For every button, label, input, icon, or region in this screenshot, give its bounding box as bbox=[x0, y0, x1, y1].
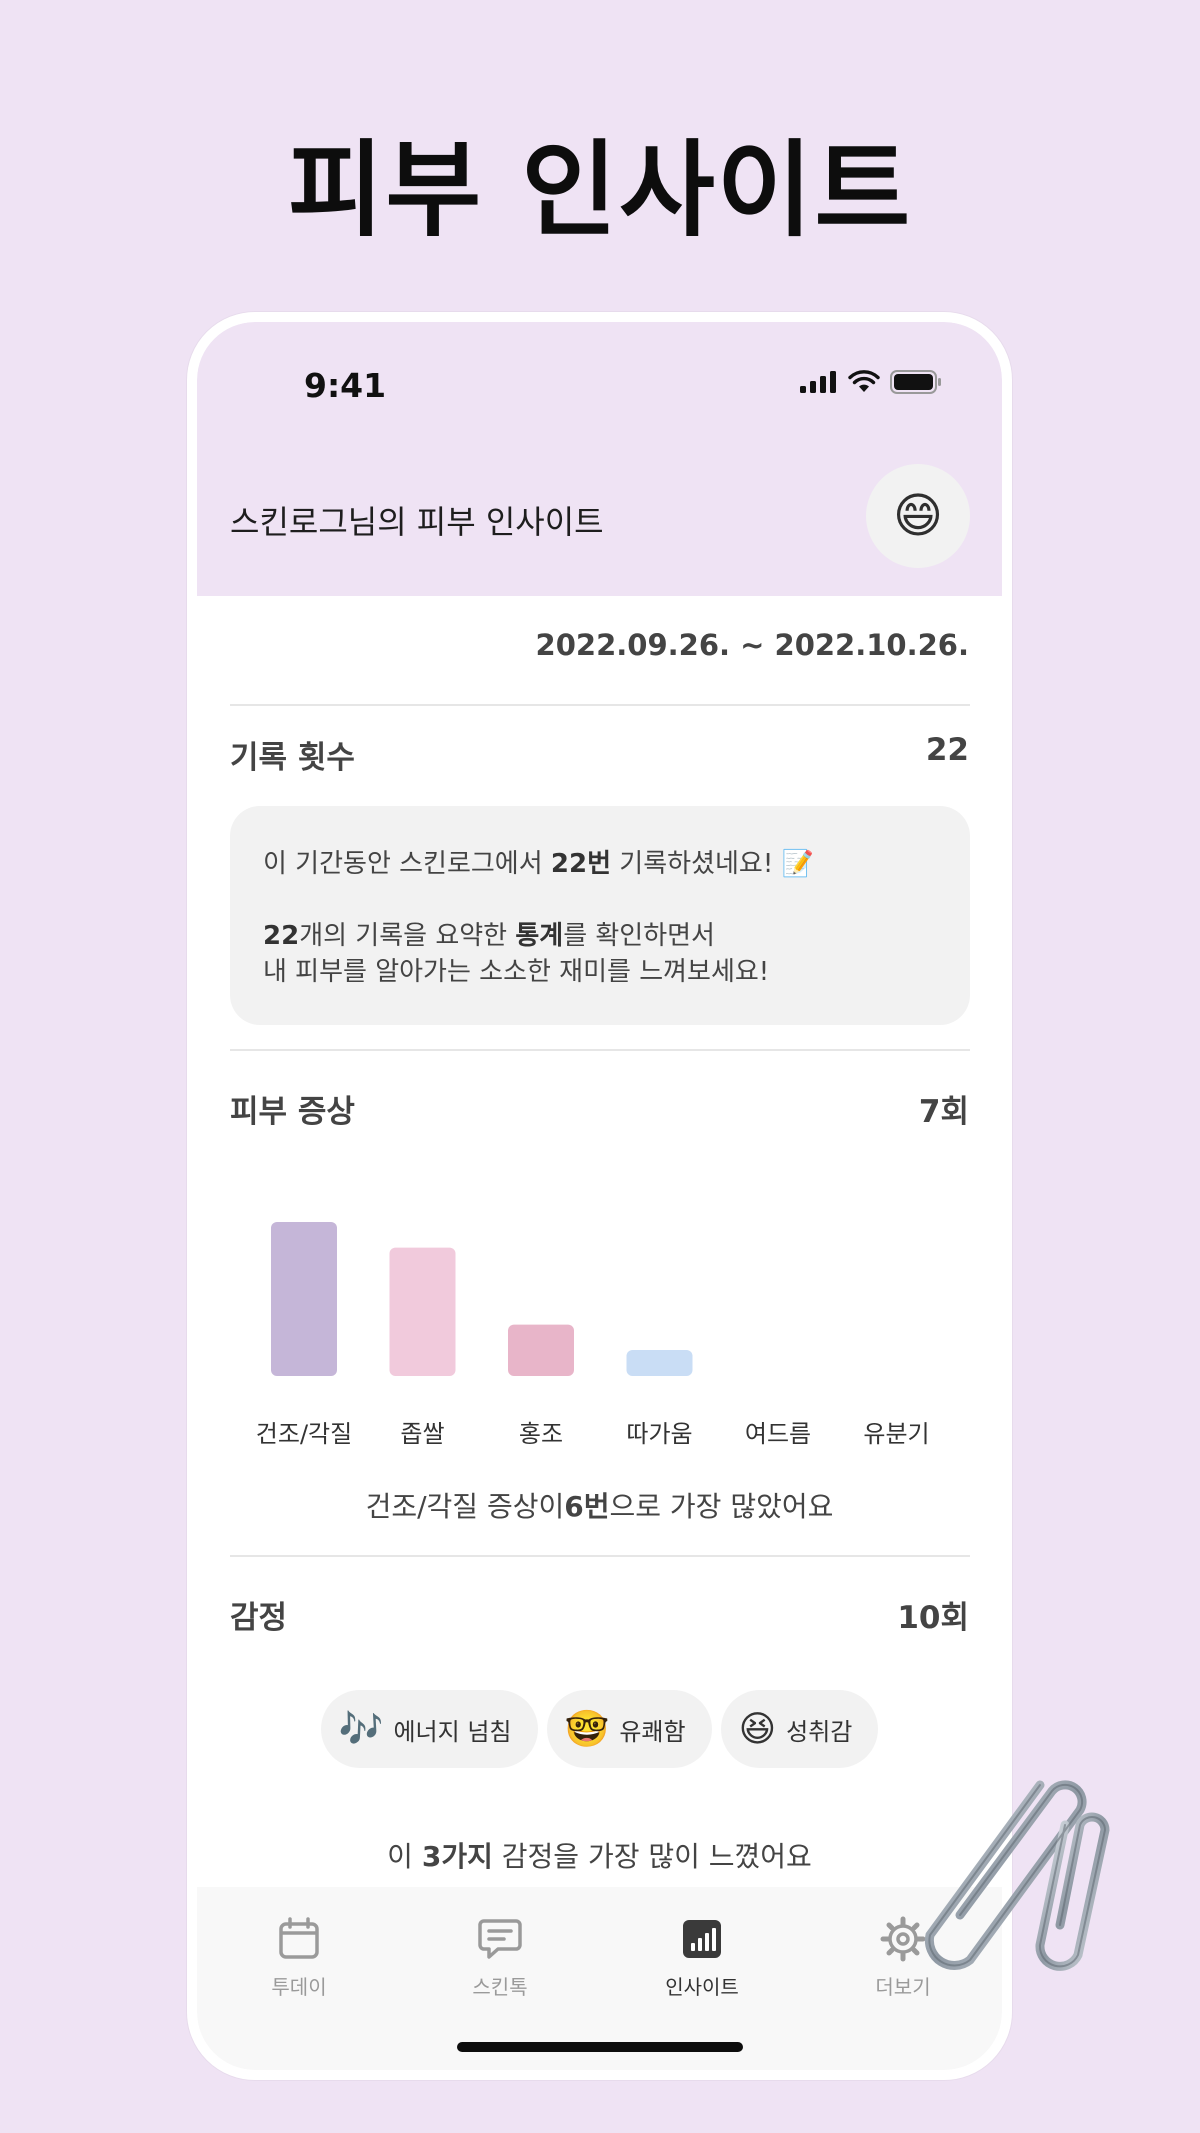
chart-category-label: 유분기 bbox=[863, 1420, 929, 1448]
caption-highlight: 6번 bbox=[564, 1490, 610, 1523]
chart-bar bbox=[626, 1350, 693, 1376]
symptoms-title: 피부 증상 bbox=[230, 1094, 355, 1130]
divider bbox=[230, 1049, 970, 1051]
tab-skintalk[interactable]: 스킨톡 bbox=[430, 1915, 570, 2000]
emotion-chip-label: 유쾌함 bbox=[619, 1717, 686, 1746]
records-summary-box: 이 기간동안 스킨로그에서 22번 기록하셨네요! 📝 22개의 기록을 요약한… bbox=[230, 806, 970, 1025]
summary-highlight: 22번 bbox=[550, 849, 612, 879]
divider bbox=[230, 1555, 970, 1557]
symptoms-count: 7회 bbox=[918, 1094, 969, 1130]
emotion-chip-label: 성취감 bbox=[786, 1717, 853, 1746]
summary-text: 이 기간동안 스킨로그에서 bbox=[263, 849, 551, 879]
emotions-count: 10회 bbox=[897, 1600, 969, 1636]
summary-line-3: 내 피부를 알아가는 소소한 재미를 느껴보세요! bbox=[263, 957, 770, 987]
chart-bar bbox=[271, 1222, 337, 1376]
chart-category-label: 따가움 bbox=[626, 1420, 692, 1448]
avatar[interactable]: 😄 bbox=[866, 464, 970, 568]
laughing-face-icon: 😆 bbox=[738, 1708, 777, 1750]
summary-text: 개의 기록을 요약한 bbox=[299, 921, 516, 951]
page-title: 스킨로그님의 피부 인사이트 bbox=[230, 503, 604, 541]
caption-text: 건조/각질 증상이 bbox=[365, 1490, 565, 1523]
symptom-caption: 건조/각질 증상이6번으로 가장 많았어요 bbox=[197, 1485, 1002, 1525]
summary-line-1: 이 기간동안 스킨로그에서 22번 기록하셨네요! 📝 bbox=[263, 846, 937, 882]
chart-icon bbox=[683, 1920, 721, 1958]
paperclip-icon bbox=[924, 1780, 1110, 1971]
status-time: 9:41 bbox=[304, 366, 387, 405]
divider bbox=[230, 704, 970, 706]
header-area: 9:41 스킨로그님의 피부 인사이트 😄 bbox=[197, 322, 1002, 596]
summary-highlight: 통계 bbox=[515, 921, 564, 951]
chart-category-label: 홍조 bbox=[519, 1420, 563, 1448]
nerd-face-icon: 🤓 bbox=[564, 1709, 610, 1750]
emotion-chip[interactable]: 😆 성취감 bbox=[720, 1690, 879, 1768]
battery-icon bbox=[890, 370, 941, 394]
emotion-caption: 이 3가지 감정을 가장 많이 느꼈어요 bbox=[197, 1835, 1002, 1875]
caption-text: 감정을 가장 많이 느꼈어요 bbox=[492, 1840, 812, 1873]
symptom-bar-chart: 건조/각질 좁쌀 홍조 따가움 여드름 유분기 bbox=[256, 1222, 930, 1448]
emotions-title: 감정 bbox=[230, 1600, 288, 1636]
wifi-icon bbox=[848, 370, 880, 392]
smile-emoji-icon: 😄 bbox=[892, 488, 944, 544]
emotion-chip-label: 에너지 넘침 bbox=[393, 1717, 512, 1746]
date-range: 2022.09.26. ~ 2022.10.26. bbox=[535, 628, 969, 662]
caption-text: 으로 가장 많았어요 bbox=[609, 1490, 834, 1523]
records-title: 기록 횟수 bbox=[230, 740, 355, 776]
chat-icon bbox=[478, 1919, 522, 1959]
calendar-icon bbox=[279, 1917, 319, 1959]
hero-title: 피부 인사이트 bbox=[287, 129, 913, 251]
signal-icon bbox=[800, 371, 836, 393]
music-notes-icon: 🎶 bbox=[338, 1709, 384, 1750]
home-indicator bbox=[457, 2042, 743, 2052]
emotion-chip[interactable]: 🎶 에너지 넘침 bbox=[320, 1690, 538, 1768]
tab-label: 투데이 bbox=[271, 1975, 327, 1999]
status-icons bbox=[800, 370, 942, 394]
caption-highlight: 3가지 bbox=[421, 1840, 493, 1873]
chart-category-label: 좁쌀 bbox=[400, 1420, 444, 1448]
tab-label: 스킨톡 bbox=[472, 1975, 528, 1999]
tab-today[interactable]: 투데이 bbox=[229, 1915, 369, 2000]
summary-line-2: 22개의 기록을 요약한 통계를 확인하면서 bbox=[263, 918, 937, 954]
records-count: 22 bbox=[925, 732, 969, 768]
summary-highlight: 22 bbox=[263, 921, 300, 951]
app-screen: 9:41 스킨로그님의 피부 인사이트 😄 2022.09.26. ~ 2022… bbox=[197, 322, 1002, 2070]
summary-text: 기록하셨네요! 📝 bbox=[611, 849, 814, 879]
tab-label: 인사이트 bbox=[665, 1975, 739, 1999]
caption-text: 이 bbox=[387, 1840, 422, 1873]
chart-bar bbox=[389, 1247, 456, 1376]
tab-insight[interactable]: 인사이트 bbox=[632, 1915, 772, 2000]
phone-frame: 9:41 스킨로그님의 피부 인사이트 😄 2022.09.26. ~ 2022… bbox=[187, 312, 1012, 2080]
emotion-chips: 🎶 에너지 넘침 🤓 유쾌함 😆 성취감 bbox=[197, 1690, 1002, 1768]
summary-text: 를 확인하면서 bbox=[563, 921, 715, 951]
emotion-chip[interactable]: 🤓 유쾌함 bbox=[546, 1690, 712, 1768]
chart-bar bbox=[508, 1324, 574, 1376]
chart-category-label: 여드름 bbox=[745, 1420, 811, 1448]
chart-category-label: 건조/각질 bbox=[256, 1420, 352, 1448]
